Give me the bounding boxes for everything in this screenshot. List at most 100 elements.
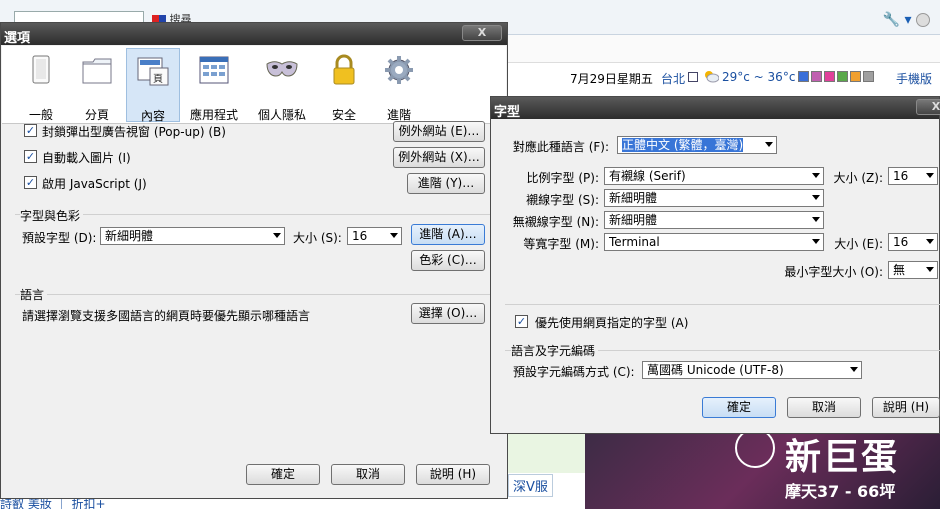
- fonts-title: 字型: [494, 105, 521, 120]
- lock-icon: [333, 54, 355, 85]
- js-advanced-button[interactable]: 進階 (Y)…: [407, 173, 485, 194]
- chevron-down-icon: [812, 195, 820, 200]
- enable-js-label: 啟用 JavaScript (J): [42, 177, 147, 191]
- image-exceptions-button[interactable]: 例外網站 (X)…: [393, 147, 485, 168]
- sans-select[interactable]: 新細明體: [604, 211, 824, 229]
- fonts-group-divider: [15, 214, 495, 215]
- language-label: 對應此種語言 (F):: [512, 140, 609, 154]
- allow-page-fonts-checkbox[interactable]: ✓: [515, 315, 528, 328]
- options-titlebar[interactable]: 選項 X: [1, 23, 507, 46]
- chevron-down-icon: [390, 233, 398, 238]
- temperature-text: 29°c ~ 36°c: [722, 70, 796, 84]
- svg-text:頁: 頁: [153, 73, 163, 85]
- size-label: 大小 (S):: [293, 231, 342, 245]
- language-select[interactable]: 正體中文 (繁體，臺灣): [617, 136, 777, 154]
- mobile-version-link[interactable]: 手機版: [896, 70, 932, 87]
- popup-exceptions-button[interactable]: 例外網站 (E)…: [393, 121, 485, 142]
- tabs-icon: [82, 58, 112, 84]
- status-circle-icon: [916, 13, 930, 27]
- tab-security[interactable]: 安全: [318, 48, 370, 122]
- fonts-advanced-button[interactable]: 進階 (A)…: [411, 224, 485, 245]
- proportional-select[interactable]: 有襯線 (Serif): [604, 167, 824, 185]
- allow-page-fonts-label: 優先使用網頁指定的字型 (A): [535, 316, 689, 330]
- date-text: 7月29日星期五: [570, 72, 653, 86]
- min-size-select[interactable]: 無: [888, 261, 938, 279]
- city-link[interactable]: 台北: [661, 70, 685, 87]
- content-icon: 頁: [137, 57, 169, 86]
- colors-button[interactable]: 色彩 (C)…: [411, 250, 485, 271]
- serif-label: 襯線字型 (S):: [526, 193, 599, 207]
- theme-swatch-5[interactable]: [863, 71, 874, 82]
- chevron-down-icon: [926, 173, 934, 178]
- theme-swatch-1[interactable]: [811, 71, 822, 82]
- fonts-ok-button[interactable]: 確定: [702, 397, 776, 418]
- gear-icon: [385, 56, 413, 84]
- tab-advanced[interactable]: 進階: [372, 48, 426, 122]
- sans-label: 無襯線字型 (N):: [512, 215, 599, 229]
- default-font-select[interactable]: 新細明體: [100, 227, 285, 245]
- size-z-label: 大小 (Z):: [833, 171, 883, 185]
- tab-applications[interactable]: 應用程式: [182, 48, 246, 122]
- applications-icon: [199, 56, 229, 84]
- options-close-button[interactable]: X: [462, 25, 502, 41]
- fonts-dialog: 字型 X 對應此種語言 (F): 正體中文 (繁體，臺灣) 比例字型 (P): …: [490, 96, 940, 434]
- ad-banner-small[interactable]: [506, 433, 586, 473]
- theme-swatch-2[interactable]: [824, 71, 835, 82]
- tab-content[interactable]: 頁 內容: [126, 48, 180, 123]
- size-z-select[interactable]: 16: [888, 167, 938, 185]
- load-images-label: 自動載入圖片 (I): [42, 151, 131, 165]
- encoding-label: 預設字元編碼方式 (C):: [513, 365, 635, 379]
- wrench-icon[interactable]: 🔧 ▾: [883, 12, 930, 28]
- page-link[interactable]: 深V服: [508, 474, 553, 497]
- chevron-down-icon: [812, 217, 820, 222]
- fonts-titlebar[interactable]: 字型 X: [491, 97, 940, 120]
- encoding-group-label: 語言及字元編碼: [511, 342, 599, 359]
- chevron-down-icon: [850, 367, 858, 372]
- options-cancel-button[interactable]: 取消: [331, 464, 405, 485]
- load-images-checkbox[interactable]: ✓: [24, 150, 37, 163]
- min-size-label: 最小字型大小 (O):: [784, 265, 883, 279]
- options-help-button[interactable]: 說明 (H): [416, 464, 490, 485]
- font-size-select[interactable]: 16: [347, 227, 402, 245]
- chevron-down-icon: [812, 173, 820, 178]
- lang-description: 請選擇瀏覽支援多國語言的網頁時要優先顯示哪種語言: [22, 309, 311, 323]
- options-ok-button[interactable]: 確定: [246, 464, 320, 485]
- city-dropdown-icon[interactable]: [688, 72, 698, 82]
- size-e-label: 大小 (E):: [834, 237, 883, 251]
- fonts-close-button[interactable]: X: [916, 99, 940, 115]
- chevron-down-icon: [926, 239, 934, 244]
- chevron-down-icon: [812, 239, 820, 244]
- block-popups-label: 封鎖彈出型廣告視窗 (Pop-up) (B): [42, 125, 226, 139]
- privacy-mask-icon: [266, 61, 298, 77]
- size-e-select[interactable]: 16: [888, 233, 938, 251]
- enable-js-checkbox[interactable]: ✓: [24, 176, 37, 189]
- browser-nav-strip: [506, 35, 940, 63]
- tab-tabs[interactable]: 分頁: [70, 48, 124, 122]
- theme-swatch-0[interactable]: [798, 71, 809, 82]
- ad-logo-icon: [735, 428, 775, 468]
- theme-swatch-3[interactable]: [837, 71, 848, 82]
- options-title: 選項: [4, 31, 31, 46]
- monospace-label: 等寬字型 (M):: [523, 237, 599, 251]
- date-weather-bar: 7月29日星期五 台北 29°c ~ 36°c 手機版: [506, 64, 940, 92]
- tab-privacy[interactable]: 個人隱私: [250, 48, 314, 122]
- fonts-cancel-button[interactable]: 取消: [787, 397, 861, 418]
- chevron-down-icon: [926, 267, 934, 272]
- fonts-help-button[interactable]: 說明 (H): [872, 397, 940, 418]
- chevron-down-icon: [765, 142, 773, 147]
- lang-group-divider: [15, 294, 495, 295]
- options-tabbar: 一般 分頁 頁 內容 應用程式 個人隱私 安全 進階: [2, 46, 506, 124]
- options-dialog: 選項 X 一般 分頁 頁 內容 應用程式 個人隱私 安全 進階 ✓ 封鎖彈出型廣…: [0, 22, 508, 499]
- tab-general[interactable]: 一般: [14, 48, 68, 122]
- theme-swatches[interactable]: [798, 71, 876, 85]
- serif-select[interactable]: 新細明體: [604, 189, 824, 207]
- theme-swatch-4[interactable]: [850, 71, 861, 82]
- monospace-select[interactable]: Terminal: [604, 233, 824, 251]
- ad-subline: 摩天37 - 66坪: [785, 482, 896, 501]
- block-popups-checkbox[interactable]: ✓: [24, 124, 37, 137]
- proportional-label: 比例字型 (P):: [526, 171, 599, 185]
- choose-language-button[interactable]: 選擇 (O)…: [411, 303, 485, 324]
- fonts-group-label: 字型與色彩: [20, 207, 84, 224]
- partly-cloudy-icon: [705, 71, 719, 83]
- encoding-select[interactable]: 萬國碼 Unicode (UTF-8): [642, 361, 862, 379]
